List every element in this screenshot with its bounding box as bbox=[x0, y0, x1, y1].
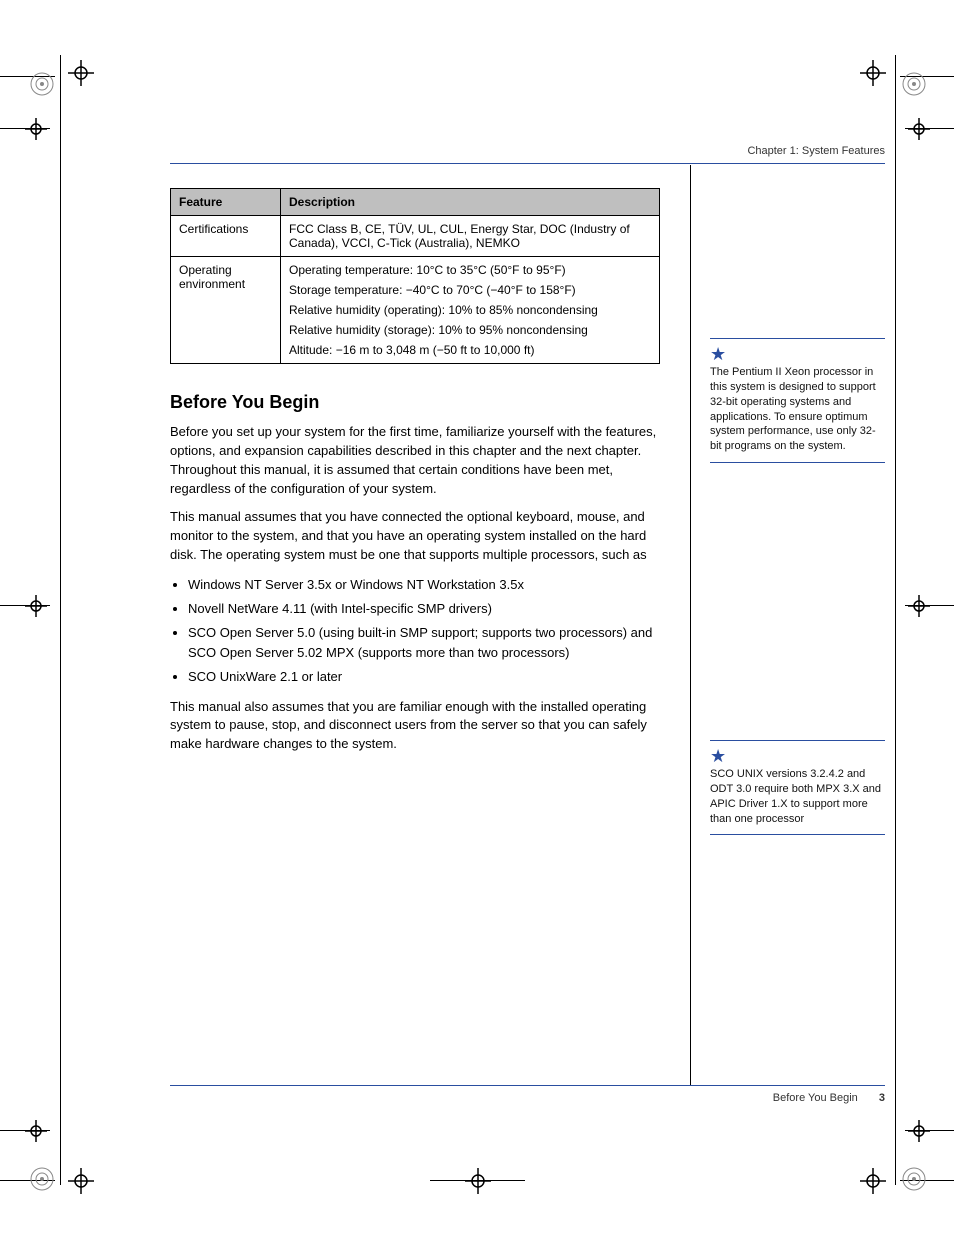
note-text: SCO UNIX versions 3.2.4.2 and ODT 3.0 re… bbox=[710, 768, 881, 825]
table-header-feature: Feature bbox=[171, 189, 281, 216]
os-list: Windows NT Server 3.5x or Windows NT Wor… bbox=[188, 575, 660, 688]
crop-mark-icon bbox=[860, 60, 886, 86]
crop-mark-icon bbox=[25, 118, 47, 140]
note-text: The Pentium II Xeon processor in this sy… bbox=[710, 366, 876, 452]
page-number: 3 bbox=[879, 1092, 885, 1104]
list-item: Windows NT Server 3.5x or Windows NT Wor… bbox=[188, 575, 660, 595]
spec-line: Relative humidity (storage): 10% to 95% … bbox=[289, 323, 651, 337]
page-footer: Before You Begin 3 bbox=[170, 1085, 885, 1104]
spec-line: Relative humidity (operating): 10% to 85… bbox=[289, 303, 651, 317]
list-item: SCO Open Server 5.0 (using built-in SMP … bbox=[188, 623, 660, 663]
features-table: Feature Description Certifications FCC C… bbox=[170, 188, 660, 364]
spec-line: Operating temperature: 10°C to 35°C (50°… bbox=[289, 263, 651, 277]
crop-mark-icon bbox=[908, 595, 930, 617]
body-paragraph: This manual assumes that you have connec… bbox=[170, 508, 660, 565]
reg-mark-icon bbox=[900, 1165, 928, 1193]
margin-note: ★ The Pentium II Xeon processor in this … bbox=[710, 338, 885, 463]
spec-line: Storage temperature: −40°C to 70°C (−40°… bbox=[289, 283, 651, 297]
crop-mark-icon bbox=[68, 1168, 94, 1194]
reg-mark-icon bbox=[900, 70, 928, 98]
cell-description: Operating temperature: 10°C to 35°C (50°… bbox=[281, 257, 660, 364]
list-item: Novell NetWare 4.11 (with Intel-specific… bbox=[188, 599, 660, 619]
crop-mark-icon bbox=[465, 1168, 491, 1194]
star-icon: ★ bbox=[710, 345, 885, 363]
star-icon: ★ bbox=[710, 747, 885, 765]
header-rule bbox=[170, 163, 885, 164]
footer-label: Before You Begin bbox=[773, 1092, 858, 1104]
running-header: Chapter 1: System Features bbox=[170, 145, 885, 157]
spec-line: Altitude: −16 m to 3,048 m (−50 ft to 10… bbox=[289, 343, 651, 357]
table-row: Certifications FCC Class B, CE, TÜV, UL,… bbox=[171, 216, 660, 257]
cell-feature: Operating environment bbox=[171, 257, 281, 364]
crop-mark-icon bbox=[908, 1120, 930, 1142]
section-heading: Before You Begin bbox=[170, 392, 660, 413]
body-paragraph: Before you set up your system for the fi… bbox=[170, 423, 660, 498]
crop-mark-icon bbox=[25, 1120, 47, 1142]
reg-mark-icon bbox=[28, 70, 56, 98]
table-row: Operating environment Operating temperat… bbox=[171, 257, 660, 364]
crop-mark-icon bbox=[25, 595, 47, 617]
body-paragraph: This manual also assumes that you are fa… bbox=[170, 698, 660, 755]
reg-mark-icon bbox=[28, 1165, 56, 1193]
list-item: SCO UnixWare 2.1 or later bbox=[188, 667, 660, 687]
cell-description: FCC Class B, CE, TÜV, UL, CUL, Energy St… bbox=[281, 216, 660, 257]
crop-mark-icon bbox=[68, 60, 94, 86]
crop-mark-icon bbox=[908, 118, 930, 140]
margin-note: ★ SCO UNIX versions 3.2.4.2 and ODT 3.0 … bbox=[710, 740, 885, 835]
table-header-description: Description bbox=[281, 189, 660, 216]
crop-mark-icon bbox=[860, 1168, 886, 1194]
cell-feature: Certifications bbox=[171, 216, 281, 257]
